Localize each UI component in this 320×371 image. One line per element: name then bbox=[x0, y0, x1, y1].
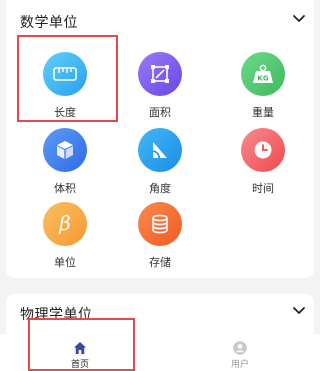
unit-item-label: 面积 bbox=[149, 106, 171, 119]
chevron-down-icon[interactable] bbox=[292, 304, 306, 318]
unit-item-area[interactable]: 面积 bbox=[110, 52, 210, 124]
tab-home-label: 首页 bbox=[70, 360, 89, 370]
unit-item-length[interactable]: 长度 bbox=[15, 52, 115, 124]
physics-units-card: 物理学单位 bbox=[6, 294, 314, 334]
unit-item-label: 角度 bbox=[149, 182, 171, 195]
svg-text:β: β bbox=[58, 212, 71, 235]
unit-item-units[interactable]: β 单位 bbox=[15, 202, 115, 274]
tab-user[interactable]: 用户 bbox=[190, 334, 290, 371]
tab-home[interactable]: 首页 bbox=[30, 334, 130, 371]
svg-text:KG: KG bbox=[257, 75, 268, 83]
unit-item-storage[interactable]: 存储 bbox=[110, 202, 210, 274]
cube-icon bbox=[43, 128, 87, 172]
angle-icon bbox=[138, 128, 182, 172]
unit-item-angle[interactable]: 角度 bbox=[110, 128, 210, 200]
unit-item-label: 单位 bbox=[54, 256, 76, 269]
unit-item-label: 时间 bbox=[252, 182, 274, 195]
unit-item-weight[interactable]: KG 重量 bbox=[213, 52, 313, 124]
beta-icon: β bbox=[43, 202, 87, 246]
bottom-tab-bar: 首页 用户 bbox=[0, 334, 320, 371]
unit-item-label: 存储 bbox=[149, 256, 171, 269]
user-icon bbox=[233, 341, 247, 355]
home-icon bbox=[74, 342, 86, 354]
math-units-title: 数学单位 bbox=[20, 15, 78, 31]
ruler-icon bbox=[43, 52, 87, 96]
unit-item-time[interactable]: 时间 bbox=[213, 128, 313, 200]
unit-item-label: 长度 bbox=[54, 106, 76, 119]
tab-user-label: 用户 bbox=[230, 360, 249, 370]
weight-kg-icon: KG bbox=[241, 52, 285, 96]
chevron-down-icon[interactable] bbox=[292, 12, 306, 26]
unit-item-volume[interactable]: 体积 bbox=[15, 128, 115, 200]
unit-item-label: 重量 bbox=[252, 106, 274, 119]
area-icon bbox=[138, 52, 182, 96]
database-icon bbox=[138, 202, 182, 246]
unit-item-label: 体积 bbox=[54, 182, 76, 195]
physics-units-title: 物理学单位 bbox=[20, 307, 93, 323]
clock-icon bbox=[241, 128, 285, 172]
math-units-card: 数学单位 长度 面积 KG 重量 体积 角度 时间 β 单位 存储 bbox=[6, 0, 314, 278]
